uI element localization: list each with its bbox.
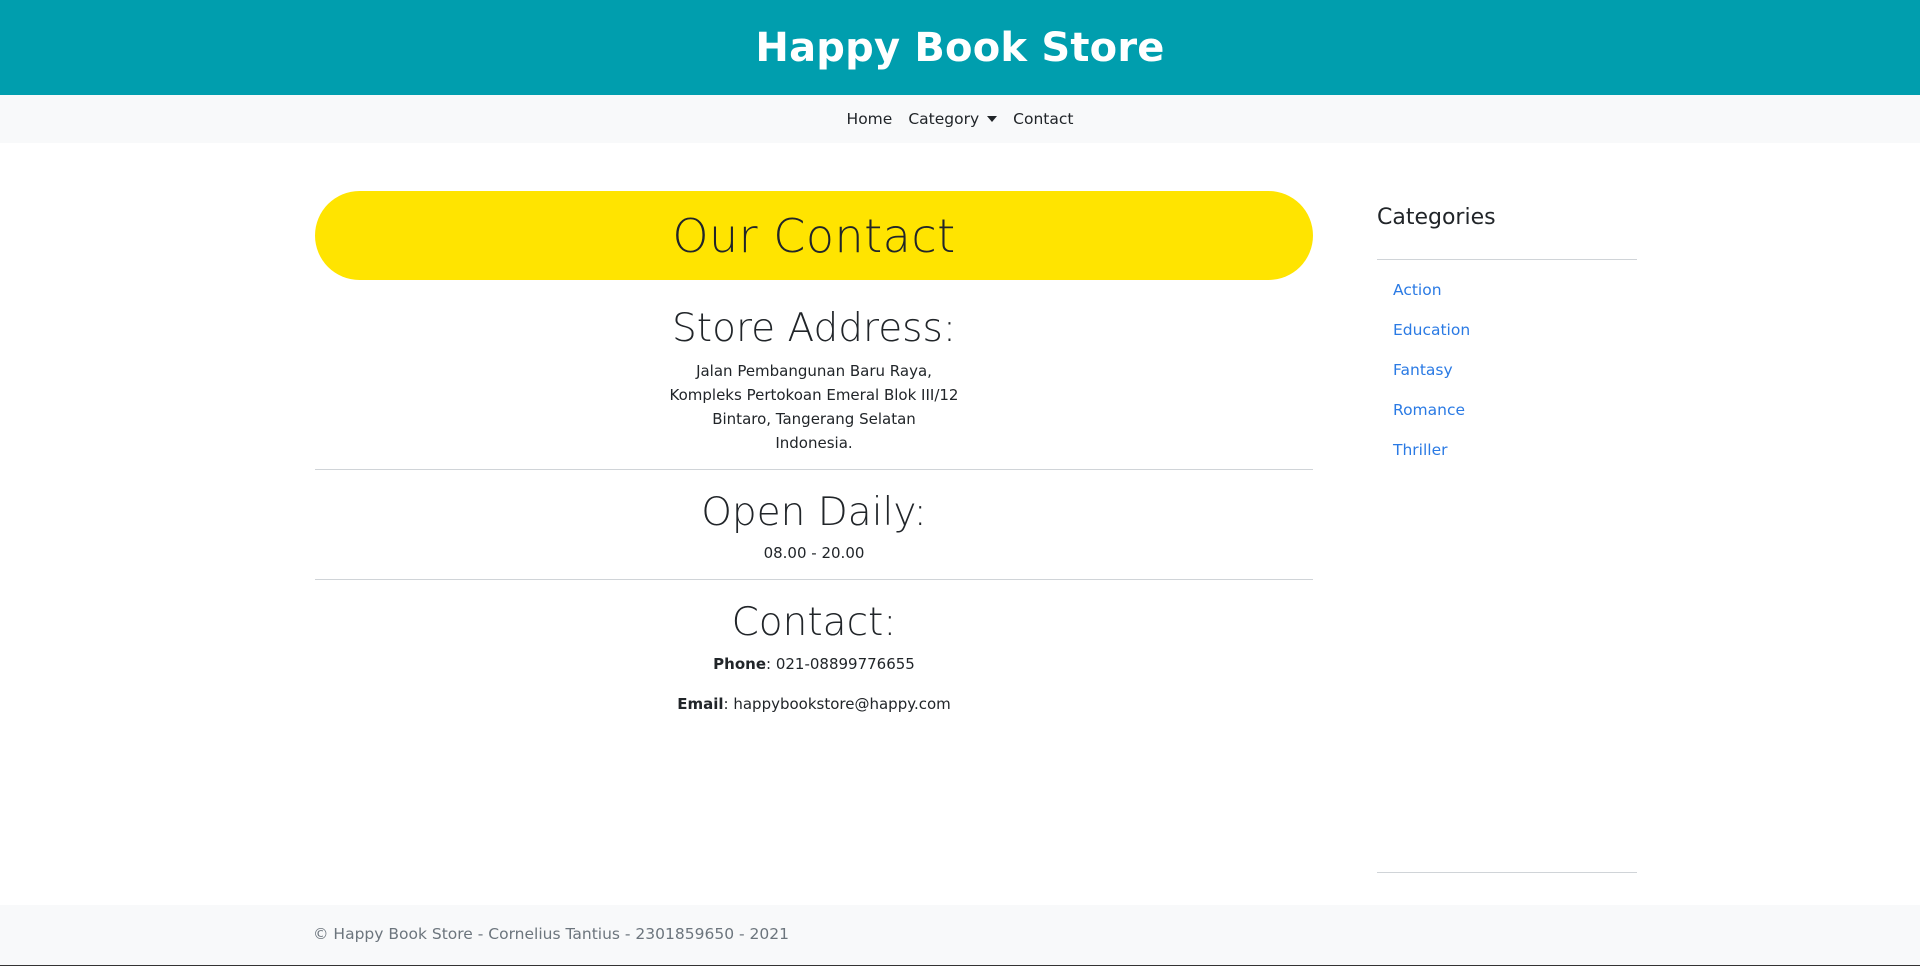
phone-line: Phone: 021-08899776655 (315, 652, 1313, 676)
footer-copyright: © Happy Book Store - Cornelius Tantius -… (313, 925, 789, 943)
nav-category-dropdown[interactable]: Category (908, 110, 998, 128)
list-item: Action (1377, 280, 1637, 320)
category-link-education[interactable]: Education (1393, 321, 1470, 339)
list-item: Romance (1377, 400, 1637, 440)
nav-contact[interactable]: Contact (1013, 110, 1073, 128)
site-header: Happy Book Store (0, 0, 1920, 95)
phone-label: Phone (713, 655, 766, 674)
site-title: Happy Book Store (755, 24, 1165, 71)
contact-section: Contact: Phone: 021-08899776655 Email: h… (315, 580, 1313, 717)
nav-home[interactable]: Home (847, 110, 893, 128)
address-line: Bintaro, Tangerang Selatan (712, 409, 916, 428)
list-item: Thriller (1377, 440, 1637, 480)
phone-value: : 021-08899776655 (766, 655, 915, 674)
email-label: Email (677, 695, 724, 714)
address-line: Kompleks Pertokoan Emeral Blok III/12 (669, 385, 959, 404)
store-address-heading: Store Address: (672, 306, 956, 351)
caret-down-icon (987, 116, 998, 122)
contact-content: Our Contact Store Address: Jalan Pembang… (315, 191, 1313, 732)
email-line: Email: happybookstore@happy.com (315, 692, 1313, 716)
category-list: Action Education Fantasy Romance Thrille… (1377, 260, 1637, 480)
contact-banner: Our Contact (315, 191, 1313, 280)
category-link-action[interactable]: Action (1393, 281, 1442, 299)
page-title: Our Contact (672, 208, 956, 263)
category-link-fantasy[interactable]: Fantasy (1393, 361, 1453, 379)
categories-sidebar: Categories Action Education Fantasy Roma… (1377, 205, 1637, 480)
open-hours-value: 08.00 - 20.00 (763, 543, 865, 562)
address-line: Jalan Pembangunan Baru Raya, (696, 361, 932, 380)
open-hours-section: Open Daily: 08.00 - 20.00 (315, 470, 1313, 579)
open-hours-heading: Open Daily: (701, 489, 927, 535)
site-footer: © Happy Book Store - Cornelius Tantius -… (0, 905, 1920, 966)
main-navbar: Home Category Contact (0, 95, 1920, 143)
contact-heading: Contact: (731, 599, 897, 645)
sidebar-title: Categories (1377, 205, 1496, 230)
category-link-romance[interactable]: Romance (1393, 401, 1465, 419)
store-address-section: Store Address: Jalan Pembangunan Baru Ra… (315, 280, 1313, 469)
list-item: Fantasy (1377, 360, 1637, 400)
list-item: Education (1377, 320, 1637, 360)
sidebar-bottom-divider (1377, 872, 1637, 873)
address-line: Indonesia. (775, 433, 853, 452)
nav-category-label: Category (908, 110, 980, 128)
email-value: : happybookstore@happy.com (723, 695, 951, 714)
category-link-thriller[interactable]: Thriller (1393, 441, 1448, 459)
